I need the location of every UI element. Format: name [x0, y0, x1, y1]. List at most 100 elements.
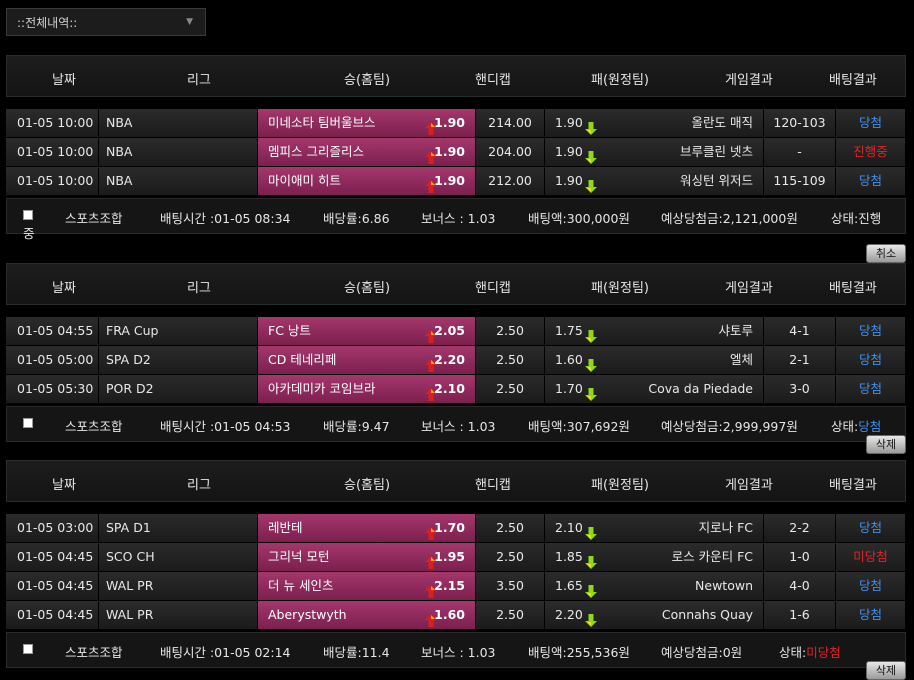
bet-result: 당첨	[836, 167, 906, 195]
home-team-cell: 더 뉴 세인츠 2.15	[258, 572, 476, 600]
match-date: 01-05 03:00	[6, 514, 99, 542]
away-odd: 1.65	[555, 578, 583, 593]
select-checkbox[interactable]	[23, 210, 33, 220]
match-league: NBA	[99, 138, 258, 166]
game-score: 2-2	[764, 514, 836, 542]
arrow-down-icon	[585, 354, 597, 374]
bet-result: 당첨	[836, 317, 906, 345]
away-team-cell: 1.75 샤토루	[545, 317, 764, 345]
away-team-name: 로스 카운티 FC	[671, 549, 753, 564]
match-league: WAL PR	[99, 572, 258, 600]
away-team-name: 엘체	[729, 352, 753, 367]
column-header: 승(홈팀)	[344, 478, 391, 493]
home-team-name: 레반테	[268, 520, 303, 535]
column-header: 승(홈팀)	[344, 281, 391, 296]
status-value: 미당첨	[806, 645, 841, 660]
column-header: 패(원정팀)	[591, 281, 649, 296]
table-header: 날짜 리그 승(홈팀) 핸디캡 패(원정팀) 게임결과 배팅결과	[6, 460, 906, 502]
home-team-name: Aberystwyth	[268, 607, 347, 622]
match-date: 01-05 10:00	[6, 138, 99, 166]
home-team-cell: 레반테 1.70	[258, 514, 476, 542]
handicap-value: 2.50	[476, 375, 545, 403]
bet-type: 스포츠조합	[65, 419, 123, 434]
away-team-name: 올란도 매직	[691, 115, 753, 130]
table-row: 01-05 10:00 NBA 미네소타 팀버울브스 1.90 214.00 1.90 올란…	[6, 109, 906, 138]
expected-win: 예상당첨금:0원	[661, 645, 743, 660]
away-team-name: Connahs Quay	[661, 607, 753, 622]
column-header: 패(원정팀)	[591, 478, 649, 493]
away-odd: 1.60	[555, 352, 583, 367]
select-checkbox[interactable]	[23, 644, 33, 654]
column-header: 게임결과	[725, 281, 773, 296]
game-score: 3-0	[764, 375, 836, 403]
away-team-cell: 1.65 Newtown	[545, 572, 764, 600]
away-team-cell: 1.90 워싱턴 위저드	[545, 167, 764, 195]
home-team-cell: 멤피스 그리즐리스 1.90	[258, 138, 476, 166]
home-odd: 2.15	[434, 578, 465, 593]
home-odd: 2.10	[434, 381, 465, 396]
home-team-name: 더 뉴 세인츠	[268, 578, 334, 593]
home-team-name: 아카데미카 코임브라	[268, 381, 376, 396]
game-score: 120-103	[764, 109, 836, 137]
home-team-cell: 아카데미카 코임브라 2.10	[258, 375, 476, 403]
bet-amount: 배팅액:300,000원	[528, 211, 630, 226]
game-score: -	[764, 138, 836, 166]
arrow-down-icon	[585, 609, 597, 629]
bet-summary: 스포츠조합 배팅시간 :01-05 08:34 배당률:6.86 보너스 : 1.03…	[6, 198, 906, 241]
away-team-name: 워싱턴 위저드	[680, 173, 753, 188]
arrow-down-icon	[585, 551, 597, 571]
table-row: 01-05 05:30 POR D2 아카데미카 코임브라 2.10 2.50 1.70 C…	[6, 375, 906, 404]
bet-summary: 스포츠조합 배팅시간 :01-05 04:53 배당률:9.47 보너스 : 1.03…	[6, 406, 906, 442]
match-league: POR D2	[99, 375, 258, 403]
column-header: 날짜	[52, 478, 76, 493]
column-header: 리그	[187, 478, 211, 493]
bet-result: 미당첨	[836, 543, 906, 571]
home-team-name: FC 낭트	[268, 323, 311, 338]
column-header: 핸디캡	[475, 281, 511, 296]
game-score: 1-0	[764, 543, 836, 571]
select-checkbox[interactable]	[23, 418, 33, 428]
match-date: 01-05 10:00	[6, 167, 99, 195]
away-odd: 1.90	[555, 115, 583, 130]
away-odd: 2.20	[555, 607, 583, 622]
away-odd: 1.75	[555, 323, 583, 338]
bet-result: 당첨	[836, 346, 906, 374]
bet-odds: 배당률:9.47	[323, 419, 390, 434]
column-header: 리그	[187, 73, 211, 88]
chevron-down-icon: ▼	[186, 17, 193, 27]
bet-time: 배팅시간 :01-05 04:53	[160, 419, 291, 434]
home-odd: 1.90	[434, 144, 465, 159]
arrow-down-icon	[585, 522, 597, 542]
table-row: 01-05 10:00 NBA 멤피스 그리즐리스 1.90 204.00 1.90 브루클…	[6, 138, 906, 167]
column-header: 배팅결과	[829, 281, 877, 296]
away-team-cell: 1.90 올란도 매직	[545, 109, 764, 137]
column-header: 날짜	[52, 281, 76, 296]
bet-time: 배팅시간 :01-05 02:14	[160, 645, 291, 660]
column-header: 핸디캡	[475, 73, 511, 88]
match-league: NBA	[99, 109, 258, 137]
match-league: SCO CH	[99, 543, 258, 571]
away-odd: 1.90	[555, 144, 583, 159]
expected-win: 예상당첨금:2,999,997원	[661, 419, 798, 434]
match-date: 01-05 04:45	[6, 543, 99, 571]
bet-odds: 배당률:6.86	[323, 211, 390, 226]
table-row: 01-05 10:00 NBA 마이애미 히트 1.90 212.00 1.90 워싱턴 위…	[6, 167, 906, 196]
delete-button[interactable]: 삭제	[866, 661, 906, 680]
home-odd: 1.95	[434, 549, 465, 564]
away-odd: 1.90	[555, 173, 583, 188]
home-team-name: CD 테네리페	[268, 352, 337, 367]
cancel-button[interactable]: 취소	[866, 244, 906, 263]
arrow-down-icon	[585, 175, 597, 195]
status-value: 당첨	[858, 419, 882, 434]
handicap-value: 2.50	[476, 317, 545, 345]
filter-dropdown[interactable]: ::전체내역:: ▼	[6, 8, 206, 36]
bet-amount: 배팅액:307,692원	[528, 419, 630, 434]
match-date: 01-05 05:00	[6, 346, 99, 374]
table-header: 날짜 리그 승(홈팀) 핸디캡 패(원정팀) 게임결과 배팅결과	[6, 55, 906, 97]
bet-odds: 배당률:11.4	[323, 645, 390, 660]
match-date: 01-05 04:45	[6, 572, 99, 600]
away-team-name: Newtown	[695, 578, 753, 593]
match-league: SPA D1	[99, 514, 258, 542]
delete-button[interactable]: 삭제	[866, 435, 906, 454]
arrow-down-icon	[585, 146, 597, 166]
